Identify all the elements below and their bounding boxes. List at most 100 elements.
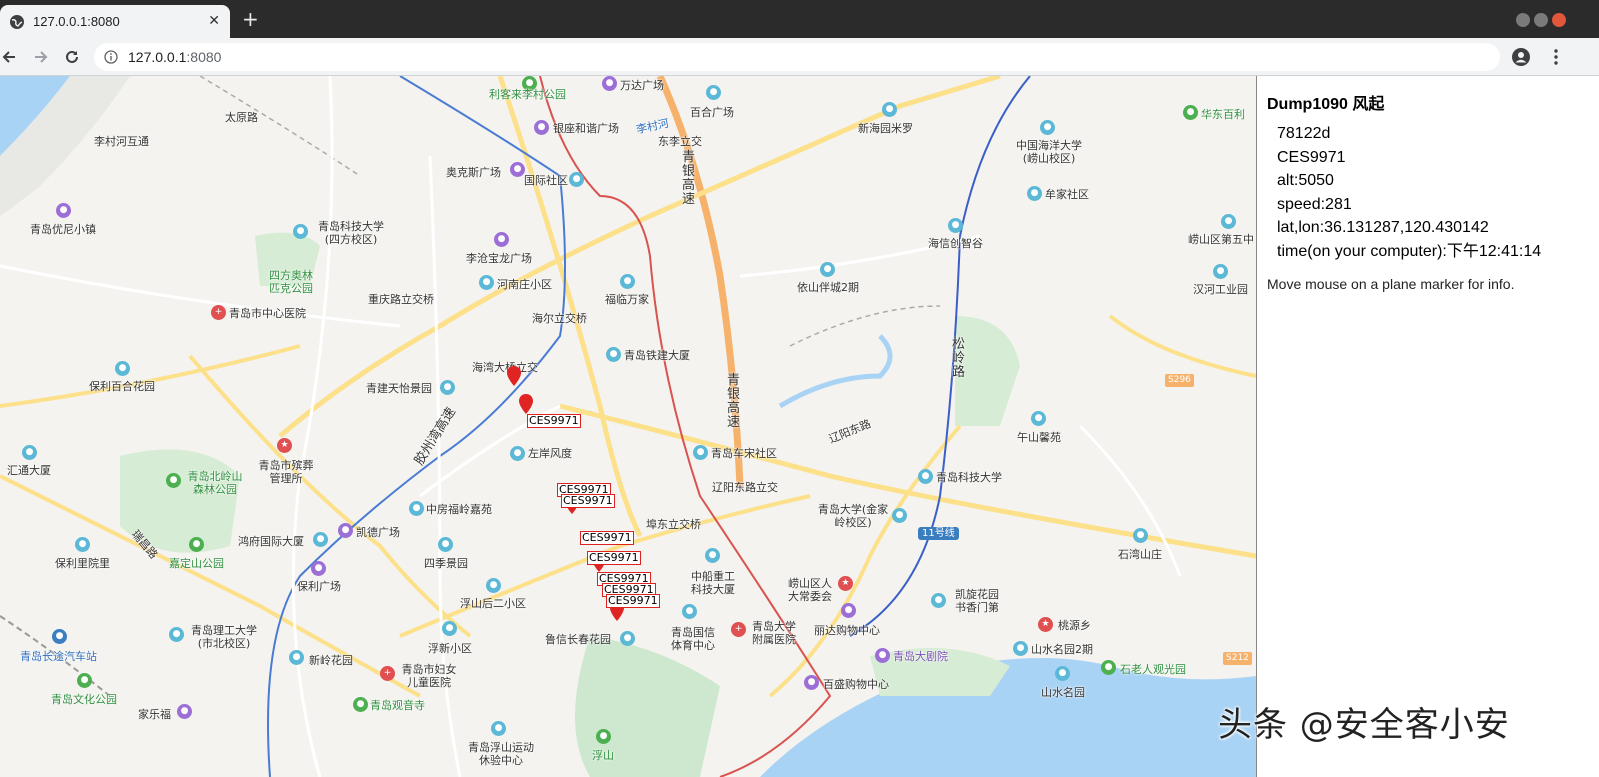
plane-callsign-label[interactable]: CES9971 <box>561 494 615 508</box>
place-label: 青建天怡景园 <box>366 382 432 395</box>
plane-callsign-label[interactable]: CES9971 <box>587 551 641 565</box>
place-label: 保利里院里 <box>55 557 110 570</box>
road-label: 太原路 <box>225 111 258 124</box>
building-icon: ● <box>289 650 304 665</box>
road-label: 埠东立交桥 <box>646 518 701 531</box>
latlon-value: lat,lon:36.131287,120.430142 <box>1277 219 1489 236</box>
building-icon: ● <box>620 631 635 646</box>
flight-value: CES9971 <box>1277 148 1346 166</box>
new-tab-button[interactable]: + <box>242 9 259 29</box>
hover-hint: Move mouse on a plane marker for info. <box>1267 276 1515 292</box>
metro-line-badge: 11号线 <box>918 527 959 540</box>
building-icon: ● <box>438 537 453 552</box>
place-label: 保利百合花园 <box>89 380 155 393</box>
building-icon: ● <box>479 275 494 290</box>
shopping-icon: ● <box>510 162 525 177</box>
browser-menu-button[interactable] <box>1545 46 1567 68</box>
plane-marker-icon[interactable] <box>519 394 533 414</box>
place-label: 青岛长途汽车站 <box>20 650 97 663</box>
building-icon: ● <box>409 501 424 516</box>
building-icon: ● <box>22 445 37 460</box>
building-icon: ● <box>115 361 130 376</box>
back-button[interactable] <box>0 46 20 68</box>
place-label: 青岛大剧院 <box>893 650 948 663</box>
flight-info-panel: Dump1090 风起 78122d CES9971 alt:5050 spee… <box>1256 76 1599 777</box>
url-host: 127.0.0.1 <box>128 49 187 65</box>
hospital-icon: + <box>380 666 395 681</box>
info-icon <box>104 50 118 64</box>
place-label: 四方奥林匹克公园 <box>269 269 313 295</box>
map-view[interactable]: 太原路 重庆路立交桥 海尔立交桥 海湾大桥立交 东李立交 青银高速 青银高速 辽… <box>0 76 1256 777</box>
plane-callsign-label[interactable]: CES9971 <box>527 414 581 428</box>
forward-button[interactable] <box>30 46 52 68</box>
place-label: 崂山区人大常委会 <box>788 577 832 603</box>
park-icon: ● <box>1101 660 1116 675</box>
building-icon: ● <box>882 102 897 117</box>
place-label: 中船重工科技大厦 <box>691 570 735 596</box>
close-window-button[interactable] <box>1552 13 1566 27</box>
browser-tab[interactable]: 127.0.0.1:8080 ✕ <box>0 5 230 38</box>
building-icon: ● <box>486 578 501 593</box>
place-label: 石湾山庄 <box>1118 548 1162 561</box>
minimize-window-button[interactable] <box>1516 13 1530 27</box>
place-label: 桃源乡 <box>1058 619 1091 632</box>
place-label: 国际社区 <box>524 174 568 187</box>
place-label: 山水名园 <box>1041 686 1085 699</box>
address-bar[interactable]: 127.0.0.1:8080 <box>94 43 1500 71</box>
profile-button[interactable] <box>1510 46 1532 68</box>
place-label: 鸿府国际大厦 <box>238 535 304 548</box>
place-label: 青岛理工大学(市北校区) <box>191 624 257 650</box>
hospital-icon: + <box>731 622 746 637</box>
place-label: 新岭花园 <box>309 654 353 667</box>
place-label: 家乐福 <box>138 708 171 721</box>
place-label: 青岛市殡葬管理所 <box>258 459 314 485</box>
place-label: 青岛铁建大厦 <box>624 349 690 362</box>
road-label: 重庆路立交桥 <box>368 293 434 306</box>
place-label: 牟家社区 <box>1045 188 1089 201</box>
place-label: 青岛文化公园 <box>51 693 117 706</box>
place-label: 浮新小区 <box>428 642 472 655</box>
building-icon: ● <box>313 532 328 547</box>
place-label: 中国海洋大学(崂山校区) <box>1016 139 1082 165</box>
tab-title: 127.0.0.1:8080 <box>33 14 120 29</box>
place-label: 嘉定山公园 <box>169 557 224 570</box>
plane-marker-icon[interactable] <box>507 366 521 386</box>
school-icon: ● <box>1040 120 1055 135</box>
place-label: 山水名园2期 <box>1031 643 1093 656</box>
place-label: 凯旋花园书香门第 <box>955 588 999 614</box>
icao-value: 78122d <box>1277 125 1331 142</box>
place-label: 河南庄小区 <box>497 278 552 291</box>
plane-callsign-label[interactable]: CES9971 <box>606 594 660 608</box>
place-label: 万达广场 <box>620 79 664 92</box>
account-icon <box>1512 48 1530 66</box>
arrow-right-icon <box>35 51 48 63</box>
place-label: 保利广场 <box>297 580 341 593</box>
place-label: 崂山区第五中 <box>1188 233 1254 246</box>
building-icon: ● <box>1221 214 1236 229</box>
maximize-window-button[interactable] <box>1534 13 1548 27</box>
plane-callsign-label[interactable]: CES9971 <box>580 531 634 545</box>
place-label: 丽达购物中心 <box>814 624 880 637</box>
reload-icon <box>66 50 78 63</box>
building-icon: ● <box>75 537 90 552</box>
close-tab-icon[interactable]: ✕ <box>208 13 220 29</box>
road-label: 青银高速 <box>727 373 741 430</box>
reload-button[interactable] <box>61 46 83 68</box>
place-label: 李沧宝龙广场 <box>466 252 532 265</box>
sports-icon: ● <box>491 721 506 736</box>
temple-icon: ● <box>353 697 368 712</box>
park-icon: ● <box>1183 105 1198 120</box>
building-icon: ● <box>569 172 584 187</box>
school-icon: ● <box>293 224 308 239</box>
building-icon: ● <box>1055 666 1070 681</box>
place-label: 银座和谐广场 <box>553 122 619 135</box>
place-label: 浮山 <box>592 749 614 762</box>
panel-title: Dump1090 风起 <box>1267 96 1385 113</box>
place-label: 青岛市妇女儿童医院 <box>401 663 457 689</box>
bus-station-icon: ● <box>52 629 67 644</box>
government-icon: ★ <box>277 438 292 453</box>
place-label: 百盛购物中心 <box>823 678 889 691</box>
government-icon: ★ <box>1038 617 1053 632</box>
place-label: 四季景园 <box>424 557 468 570</box>
altitude-value: alt:5050 <box>1277 172 1334 189</box>
